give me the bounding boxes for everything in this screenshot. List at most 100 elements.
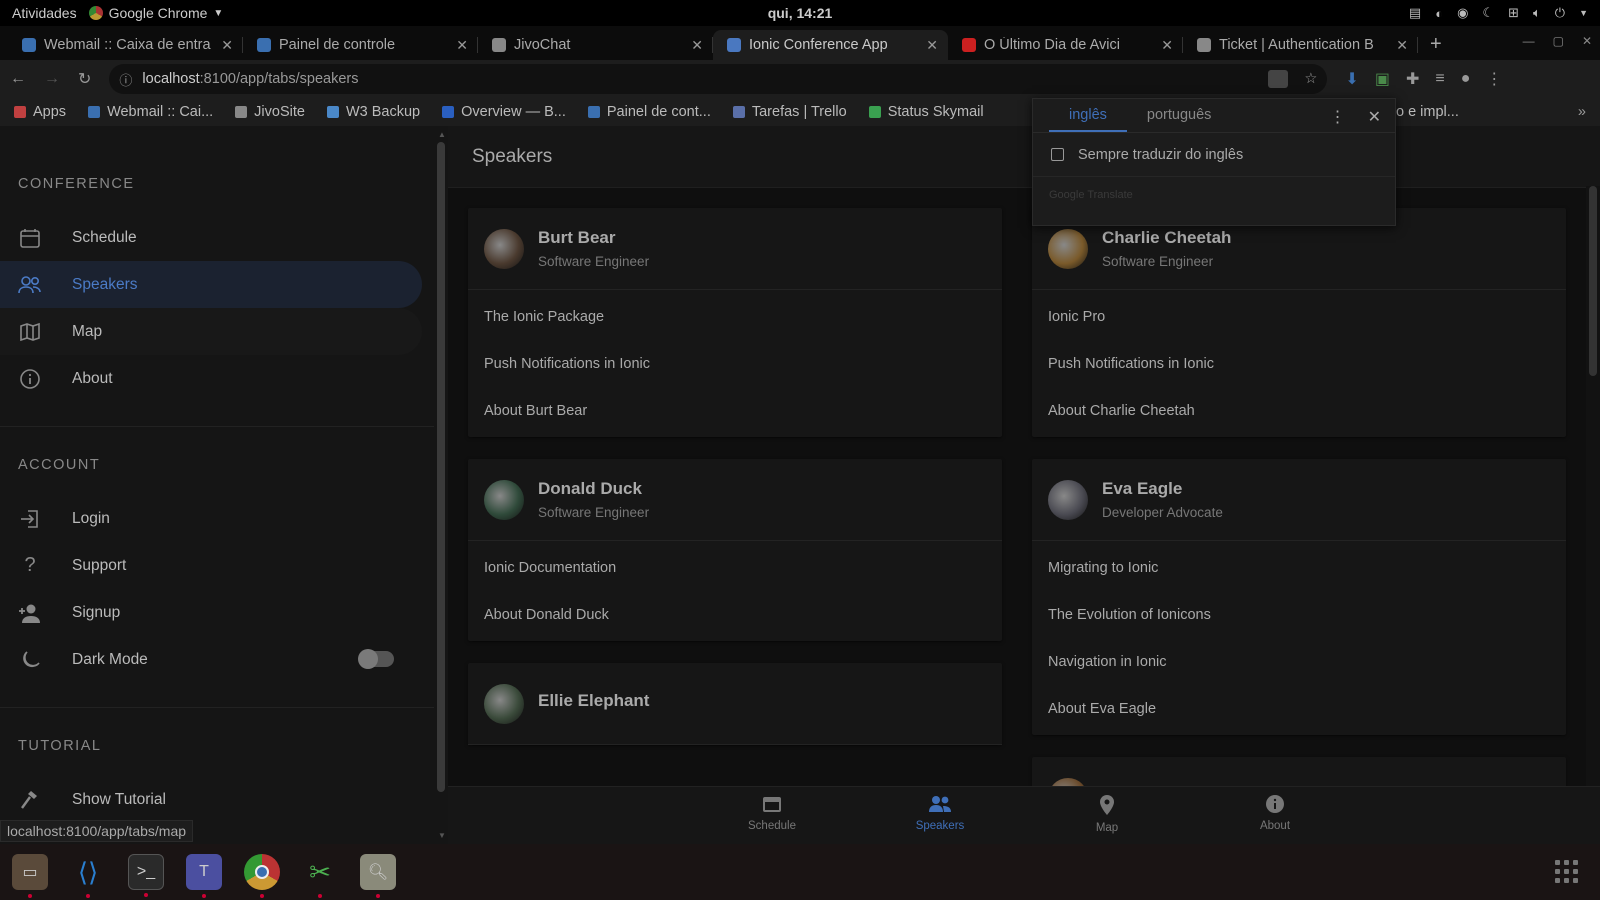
bookmark-star-icon[interactable]: ☆ <box>1304 71 1317 87</box>
scrollbar-thumb[interactable] <box>1589 186 1597 376</box>
content-scrollbar[interactable] <box>1586 186 1600 786</box>
always-translate-checkbox[interactable] <box>1051 148 1064 161</box>
tab-about[interactable]: About <box>1230 795 1320 832</box>
speaker-name[interactable]: Burt Bear <box>538 228 649 248</box>
bookmark-item[interactable]: JivoSite <box>235 104 305 120</box>
chevron-down-icon[interactable]: ▼ <box>1579 8 1588 18</box>
download-extension-icon[interactable]: ⬇ <box>1345 69 1358 89</box>
activities-button[interactable]: Atividades <box>0 5 89 21</box>
speaker-avatar[interactable] <box>1048 228 1088 269</box>
teams-tray-icon[interactable]: ◉ <box>1457 5 1468 21</box>
forward-icon[interactable]: → <box>44 70 60 88</box>
brightness-icon[interactable]: ◐ <box>1435 6 1443 21</box>
address-bar[interactable]: ⓘ localhost:8100/app/tabs/speakers ☆ <box>109 64 1328 94</box>
chrome-icon[interactable] <box>244 854 280 898</box>
browser-tab[interactable]: Painel de controle ✕ <box>243 30 478 60</box>
night-light-icon[interactable]: ☾ <box>1482 5 1494 21</box>
close-tab-icon[interactable]: ✕ <box>926 37 938 54</box>
close-tab-icon[interactable]: ✕ <box>1396 37 1408 54</box>
document-viewer-icon[interactable]: 🔍︎ <box>360 854 396 898</box>
tab-target-language[interactable]: português <box>1127 99 1232 132</box>
network-icon[interactable]: ⊞ <box>1508 5 1519 21</box>
reload-icon[interactable]: ↻ <box>78 69 91 89</box>
power-icon[interactable]: ⏻ <box>1555 5 1565 21</box>
browser-tab[interactable]: Webmail :: Caixa de entra ✕ <box>8 30 243 60</box>
speaker-name[interactable]: Charlie Cheetah <box>1102 228 1231 248</box>
tools-icon[interactable]: ✂ <box>302 854 338 898</box>
dark-mode-toggle[interactable] <box>358 649 394 669</box>
menu-item-dark-mode[interactable]: Dark Mode <box>0 636 422 683</box>
tab-speakers[interactable]: Speakers <box>895 795 985 832</box>
bookmark-item[interactable]: Status Skymail <box>868 104 984 120</box>
tab-map[interactable]: Map <box>1062 795 1152 834</box>
close-window-icon[interactable]: ✕ <box>1582 34 1592 48</box>
speaker-card-header[interactable]: Ellie Elephant <box>468 663 1002 745</box>
terminal-icon[interactable]: >_ <box>128 854 164 897</box>
scroll-up-icon[interactable]: ▲ <box>438 130 446 139</box>
info-icon[interactable]: ⓘ <box>119 70 132 89</box>
close-tab-icon[interactable]: ✕ <box>456 37 468 54</box>
tab-source-language[interactable]: inglês <box>1049 99 1127 132</box>
talk-item[interactable]: About Charlie Cheetah <box>1032 387 1566 434</box>
bookmark-item[interactable]: Painel de cont... <box>587 104 711 120</box>
minimize-icon[interactable]: — <box>1523 34 1535 48</box>
profile-icon[interactable]: ● <box>1461 70 1471 88</box>
scroll-down-icon[interactable]: ▼ <box>438 831 446 840</box>
speaker-card[interactable]: Charlie Cheetah Software Engineer Ionic Pr… <box>1032 208 1566 437</box>
maximize-icon[interactable]: ▢ <box>1553 34 1564 48</box>
menu-item-login[interactable]: Login <box>0 495 422 542</box>
speaker-avatar[interactable] <box>1048 479 1088 520</box>
back-icon[interactable]: ← <box>10 70 26 88</box>
close-tab-icon[interactable]: ✕ <box>221 37 233 54</box>
menu-item-schedule[interactable]: Schedule <box>0 214 422 261</box>
talk-item[interactable]: Ionic Pro <box>1032 293 1566 340</box>
clock[interactable]: qui, 14:21 <box>768 5 833 21</box>
talk-item[interactable]: The Evolution of Ionicons <box>1032 591 1566 638</box>
speaker-avatar[interactable] <box>484 228 524 269</box>
puzzle-icon[interactable]: ✚ <box>1406 69 1419 89</box>
kebab-menu-icon[interactable]: ⋮ <box>1330 107 1346 127</box>
teams-icon[interactable]: T <box>186 854 222 898</box>
talk-item[interactable]: About Donald Duck <box>468 591 1002 638</box>
bookmark-item[interactable]: Webmail :: Cai... <box>88 104 213 120</box>
always-translate-option[interactable]: Sempre traduzir do inglês <box>1033 133 1395 177</box>
browser-tab[interactable]: Ionic Conference App ✕ <box>713 30 948 60</box>
bookmark-item[interactable]: W3 Backup <box>326 104 420 120</box>
talk-item[interactable]: Migrating to Ionic <box>1032 544 1566 591</box>
menu-item-show-tutorial[interactable]: Show Tutorial <box>0 776 422 823</box>
app-menu[interactable]: Google Chrome ▼ <box>88 5 223 21</box>
speaker-card[interactable]: Donald Duck Software Engineer Ionic Docume… <box>468 459 1002 641</box>
screen-extension-icon[interactable]: ▣ <box>1375 69 1390 89</box>
bookmark-item[interactable]: o e impl... <box>1396 104 1459 120</box>
speaker-avatar[interactable] <box>484 683 524 724</box>
menu-item-about[interactable]: About <box>0 355 422 402</box>
tab-schedule[interactable]: Schedule <box>727 795 817 832</box>
bookmark-item[interactable]: Apps <box>14 104 66 120</box>
bookmark-item[interactable]: Overview — B... <box>442 104 566 120</box>
side-menu-scrollbar[interactable]: ▲ ▼ <box>434 126 448 844</box>
speaker-card-header[interactable]: Eva Eagle Developer Advocate <box>1032 459 1566 541</box>
talk-item[interactable]: The Ionic Package <box>468 293 1002 340</box>
close-tab-icon[interactable]: ✕ <box>1161 37 1173 54</box>
browser-tab[interactable]: JivoChat ✕ <box>478 30 713 60</box>
speaker-card-header[interactable]: Donald Duck Software Engineer <box>468 459 1002 541</box>
speaker-name[interactable]: Donald Duck <box>538 479 649 499</box>
speaker-name[interactable]: Eva Eagle <box>1102 479 1223 499</box>
media-icon[interactable]: ≡ <box>1435 70 1444 88</box>
scrollbar-thumb[interactable] <box>437 142 445 792</box>
files-icon[interactable]: ▭ <box>12 854 48 898</box>
speaker-name[interactable]: Ellie Elephant <box>538 691 649 711</box>
talk-item[interactable]: Ionic Documentation <box>468 544 1002 591</box>
speaker-card[interactable]: Eva Eagle Developer Advocate Migrating to … <box>1032 459 1566 735</box>
menu-item-speakers[interactable]: Speakers <box>0 261 422 308</box>
new-tab-icon[interactable]: + <box>1418 33 1454 60</box>
close-icon[interactable]: ✕ <box>1368 107 1381 127</box>
show-applications-icon[interactable] <box>1555 860 1578 883</box>
menu-item-signup[interactable]: Signup <box>0 589 422 636</box>
speaker-card[interactable]: Ellie Elephant <box>468 663 1002 745</box>
speaker-avatar[interactable] <box>484 479 524 520</box>
notes-icon[interactable]: ▤ <box>1409 5 1421 21</box>
browser-tab[interactable]: Ticket | Authentication B ✕ <box>1183 30 1418 60</box>
browser-tab[interactable]: O Último Dia de Avici ✕ <box>948 30 1183 60</box>
menu-item-support[interactable]: ? Support <box>0 542 422 589</box>
